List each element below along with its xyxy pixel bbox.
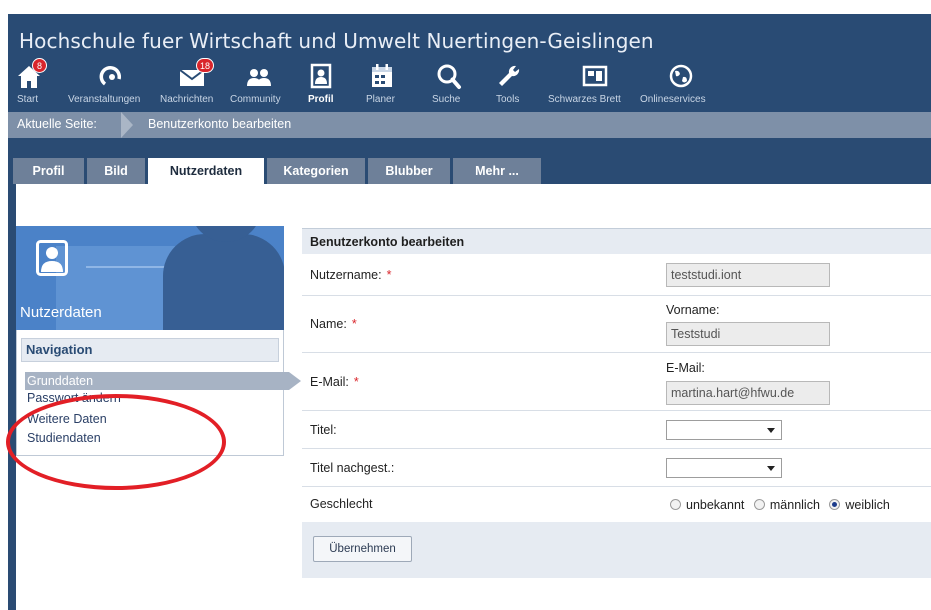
nav-label: Schwarzes Brett [548, 94, 621, 105]
nav-label: Start [17, 94, 39, 105]
tab-kategorien[interactable]: Kategorien [267, 158, 365, 184]
site-header: Hochschule fuer Wirtschaft und Umwelt Nu… [8, 14, 931, 112]
name-label: Name: [310, 317, 347, 331]
sidebar-item-weitere-daten[interactable]: Weitere Daten [27, 412, 107, 426]
title-after-select[interactable] [666, 458, 782, 478]
sidebar-navigation: Navigation Grunddaten Passwort ändern We… [16, 330, 301, 456]
nav-item-planer[interactable]: Planer [364, 58, 404, 112]
left-edge-bar [8, 184, 16, 610]
email-label: E-Mail: [310, 375, 349, 389]
form-actions: Übernehmen [302, 522, 931, 578]
nav-label: Planer [366, 94, 395, 105]
start-badge: 8 [32, 58, 47, 73]
tab-blubber[interactable]: Blubber [368, 158, 450, 184]
nav-label: Tools [496, 94, 520, 105]
gender-option-label: männlich [769, 498, 820, 512]
gender-radio-maennlich[interactable] [753, 499, 765, 510]
name-row: Name: * Vorname: [302, 296, 931, 353]
form-heading: Benutzerkonto bearbeiten [302, 228, 931, 254]
email-row: E-Mail: * E-Mail: [302, 353, 931, 411]
breadcrumb: Aktuelle Seite: Benutzerkonto bearbeiten [8, 112, 931, 138]
title-row: Titel: [302, 411, 931, 449]
submit-button[interactable]: Übernehmen [313, 536, 412, 562]
required-marker: * [386, 268, 392, 282]
title-select[interactable] [666, 420, 782, 440]
sidebar-title: Nutzerdaten [20, 304, 102, 321]
nav-label: Veranstaltungen [68, 94, 141, 105]
tab-nutzerdaten[interactable]: Nutzerdaten [148, 158, 264, 184]
gender-label: Geschlecht [310, 497, 373, 511]
nav-label: Community [230, 94, 281, 105]
title-after-label: Titel nachgest.: [310, 461, 395, 475]
board-icon [582, 65, 608, 87]
wrench-icon [499, 65, 520, 86]
required-marker: * [351, 317, 357, 331]
community-icon [247, 69, 271, 86]
breadcrumb-arrow-icon [121, 112, 133, 138]
nav-item-suche[interactable]: Suche [428, 58, 468, 112]
chevron-down-icon [767, 466, 775, 471]
profile-icon [310, 63, 332, 89]
user-avatar-icon [36, 240, 68, 276]
breadcrumb-current: Benutzerkonto bearbeiten [148, 117, 292, 131]
username-label: Nutzername: [310, 268, 382, 282]
gender-row: Geschlecht unbekannt männlich weiblich [302, 487, 931, 522]
firstname-input[interactable] [666, 322, 830, 346]
tab-bild[interactable]: Bild [87, 158, 145, 184]
calendar-icon [372, 64, 392, 87]
tab-bar: Profil Bild Nutzerdaten Kategorien Blubb… [8, 138, 931, 184]
tab-mehr[interactable]: Mehr ... [453, 158, 541, 184]
gender-radio-weiblich[interactable] [829, 499, 841, 510]
firstname-sublabel: Vorname: [666, 303, 720, 317]
email-input[interactable] [666, 381, 830, 405]
breadcrumb-label: Aktuelle Seite: [17, 117, 97, 131]
nachrichten-badge: 18 [196, 58, 215, 73]
nav-item-start[interactable]: 8 Start [14, 58, 54, 112]
sidebar-item-passwort-aendern[interactable]: Passwort ändern [27, 391, 121, 405]
chevron-down-icon [767, 428, 775, 433]
tab-profil[interactable]: Profil [13, 158, 84, 184]
nav-item-community[interactable]: Community [230, 58, 294, 112]
nav-item-profil[interactable]: Profil [304, 58, 344, 112]
nav-item-onlineservices[interactable]: Onlineservices [640, 58, 712, 112]
account-form: Benutzerkonto bearbeiten Nutzername: * Na… [302, 228, 931, 578]
sidebar-item-studiendaten[interactable]: Studiendaten [27, 431, 101, 445]
nav-item-tools[interactable]: Tools [490, 58, 530, 112]
navigation-heading: Navigation [21, 338, 279, 362]
nav-item-nachrichten[interactable]: 18 Nachrichten [160, 58, 230, 112]
nav-label: Nachrichten [160, 94, 214, 105]
gender-option-label: weiblich [845, 498, 890, 512]
title-after-row: Titel nachgest.: [302, 449, 931, 487]
username-input[interactable] [666, 263, 830, 287]
gender-radio-group: unbekannt männlich weiblich [670, 498, 896, 512]
username-row: Nutzername: * [302, 254, 931, 296]
nav-label: Onlineservices [640, 94, 706, 105]
gender-radio-unbekannt[interactable] [670, 499, 681, 510]
site-title: Hochschule fuer Wirtschaft und Umwelt Nu… [19, 29, 654, 53]
globe-icon [669, 64, 693, 88]
events-icon [99, 65, 122, 86]
gender-option-label: unbekannt [686, 498, 745, 512]
email-sublabel: E-Mail: [666, 361, 705, 375]
search-icon [437, 64, 461, 89]
nav-label: Profil [308, 94, 334, 105]
title-label: Titel: [310, 423, 337, 437]
nav-label: Suche [432, 94, 461, 105]
sidebar-header-panel: Nutzerdaten [16, 226, 284, 330]
sidebar-item-grunddaten[interactable]: Grunddaten [25, 372, 301, 390]
nav-item-schwarzes-brett[interactable]: Schwarzes Brett [548, 58, 638, 112]
required-marker: * [353, 375, 359, 389]
nav-item-veranstaltungen[interactable]: Veranstaltungen [68, 58, 154, 112]
